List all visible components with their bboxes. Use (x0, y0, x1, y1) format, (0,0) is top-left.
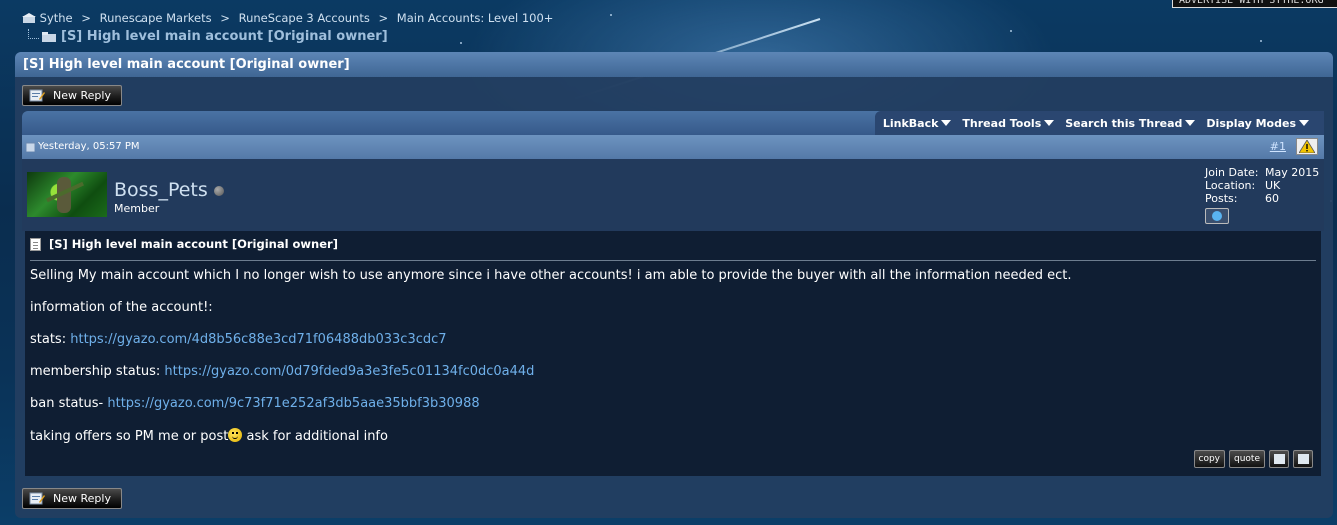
thread-panel-title: [S] High level main account [Original ow… (15, 52, 1333, 77)
membership-label: membership status: (30, 364, 161, 379)
quote-button[interactable]: quote (1229, 450, 1265, 468)
new-reply-label: New Reply (53, 89, 111, 102)
post-date-text: Yesterday, 05:57 PM (38, 141, 140, 152)
breadcrumb-separator: > (81, 11, 91, 25)
multi-quote-button[interactable] (1269, 450, 1289, 468)
closing-text-end: ask for additional info (242, 429, 388, 444)
membership-link[interactable]: https://gyazo.com/0d79fded9a3e3fe5c01134… (164, 364, 534, 379)
user-title: Member (114, 202, 160, 215)
breadcrumb-sythe[interactable]: Sythe (40, 11, 73, 25)
post-actions: copy quote (1193, 450, 1313, 468)
breadcrumb-separator: > (378, 11, 389, 25)
current-thread-title: [S] High level main account [Original ow… (28, 28, 388, 44)
background-star (1010, 30, 1012, 32)
post-date-bar: Yesterday, 05:57 PM #1 (22, 135, 1324, 159)
ban-status-label: ban status- (30, 396, 104, 411)
dropdown-arrow-icon (941, 120, 952, 126)
current-thread-text: [S] High level main account [Original ow… (61, 29, 388, 44)
background-star (460, 42, 462, 44)
thread-panel: [S] High level main account [Original ow… (15, 52, 1333, 518)
linkback-label: LinkBack (882, 116, 939, 130)
breadcrumb-separator: > (220, 11, 230, 25)
dropdown-arrow-icon (1044, 120, 1055, 126)
smiley-icon (228, 428, 243, 442)
forum-home-icon (22, 13, 36, 23)
closing-text-start: taking offers so PM me or post (30, 429, 229, 444)
ban-status-line: ban status- https://gyazo.com/9c73f71e25… (30, 396, 480, 411)
stats-label: stats: (30, 332, 67, 347)
skype-contact-button[interactable] (1205, 208, 1229, 224)
display-modes-label: Display Modes (1206, 116, 1296, 130)
new-reply-label: New Reply (53, 492, 111, 505)
new-reply-icon (29, 492, 45, 505)
breadcrumb-runescape-3-accounts[interactable]: RuneScape 3 Accounts (239, 11, 370, 25)
avatar[interactable] (27, 172, 107, 217)
thread-tools-menu[interactable]: Thread Tools (962, 116, 1055, 130)
post-author-bar: Boss_Pets Member Join Date: May 2015 Loca… (22, 159, 1324, 231)
tree-connector (28, 28, 39, 39)
search-thread-label: Search this Thread (1065, 116, 1183, 130)
post-container: LinkBack Thread Tools Search this Thread… (22, 111, 1324, 480)
posts-label: Posts: (1205, 192, 1238, 205)
quick-reply-button[interactable] (1293, 450, 1313, 468)
closing-line: taking offers so PM me or post ask for a… (30, 428, 388, 444)
stats-link[interactable]: https://gyazo.com/4d8b56c88e3cd71f06488d… (70, 332, 446, 347)
new-reply-button-top[interactable]: New Reply (22, 85, 122, 106)
username-text: Boss_Pets (114, 179, 208, 201)
location-label: Location: (1205, 179, 1256, 192)
dropdown-arrow-icon (1299, 120, 1309, 126)
post-status-icon (26, 142, 35, 152)
post-date: Yesterday, 05:57 PM (26, 135, 140, 159)
background-star (610, 14, 612, 16)
report-post-button[interactable] (1296, 138, 1318, 155)
location-value: UK (1265, 179, 1281, 192)
document-icon (30, 237, 41, 251)
new-reply-icon (29, 89, 45, 102)
search-thread-menu[interactable]: Search this Thread (1065, 116, 1196, 130)
join-date-label: Join Date: (1205, 166, 1259, 179)
warning-icon (1299, 140, 1315, 153)
folder-icon (42, 31, 56, 42)
skype-icon (1212, 211, 1222, 221)
membership-line: membership status: https://gyazo.com/0d7… (30, 364, 534, 379)
post-number-link[interactable]: #1 (1270, 135, 1286, 159)
post-text-line: information of the account!: (30, 300, 213, 315)
join-date-value: May 2015 (1265, 166, 1320, 179)
user-info: Join Date: May 2015 Location: UK Posts: 60 (1205, 166, 1319, 224)
thread-toolbar: LinkBack Thread Tools Search this Thread… (22, 111, 1324, 135)
background-star (1260, 40, 1262, 42)
posts-value: 60 (1265, 192, 1279, 205)
dropdown-arrow-icon (1185, 120, 1196, 126)
post-title: [S] High level main account [Original ow… (30, 237, 338, 251)
breadcrumb-main-accounts[interactable]: Main Accounts: Level 100+ (397, 11, 554, 25)
multi-quote-icon (1273, 454, 1285, 464)
post-body: [S] High level main account [Original ow… (25, 231, 1321, 476)
post-title-divider (30, 260, 1316, 261)
post-text-line: Selling My main account which I no longe… (30, 268, 1072, 283)
username-link[interactable]: Boss_Pets (114, 179, 224, 201)
thread-tools-label: Thread Tools (962, 116, 1042, 130)
display-modes-menu[interactable]: Display Modes (1206, 117, 1309, 130)
thread-tools-group: LinkBack Thread Tools Search this Thread… (874, 111, 1324, 135)
breadcrumb-runescape-markets[interactable]: Runescape Markets (100, 11, 212, 25)
post-title-text: [S] High level main account [Original ow… (49, 237, 338, 251)
linkback-menu[interactable]: LinkBack (883, 117, 952, 130)
breadcrumb: Sythe > Runescape Markets > RuneScape 3 … (22, 11, 553, 25)
ban-status-link[interactable]: https://gyazo.com/9c73f71e252af3db5aae35… (107, 396, 479, 411)
advertise-banner[interactable]: ADVERTISE WITH SYTHE.ORG (1172, 0, 1337, 8)
stats-line: stats: https://gyazo.com/4d8b56c88e3cd71… (30, 332, 447, 347)
offline-status-icon (213, 185, 224, 196)
new-reply-button-bottom[interactable]: New Reply (22, 488, 122, 509)
copy-button[interactable]: copy (1193, 450, 1225, 468)
quick-reply-icon (1297, 454, 1309, 464)
